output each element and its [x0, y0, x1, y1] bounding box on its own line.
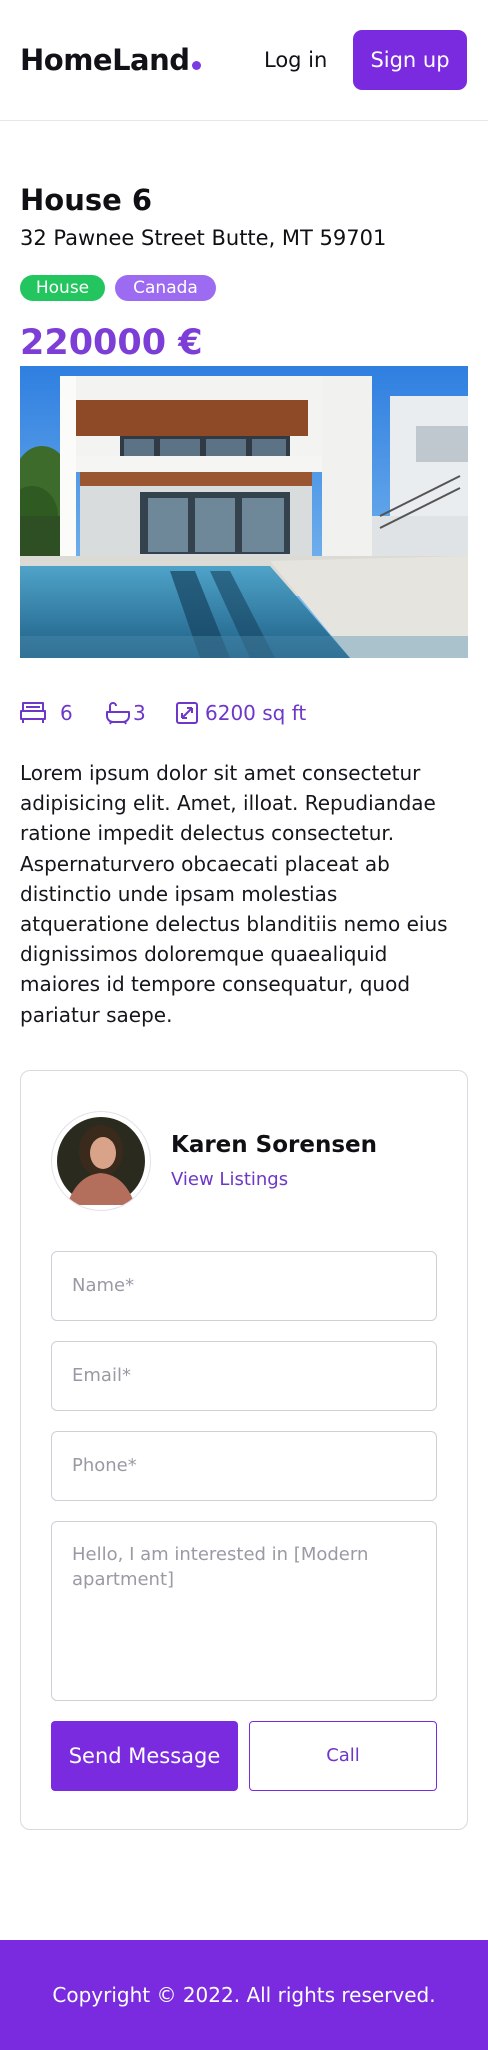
agent-photo: [57, 1117, 145, 1205]
email-field[interactable]: Email*: [51, 1341, 437, 1411]
site-footer: Copyright © 2022. All rights reserved.: [0, 1940, 488, 2050]
feature-beds: 6: [20, 695, 80, 731]
login-link[interactable]: Log in: [264, 40, 327, 80]
logo-text[interactable]: HomeLand: [20, 43, 190, 77]
copyright-text: Copyright © 2022. All rights reserved.: [52, 1983, 436, 2007]
message-field[interactable]: Hello, I am interested in [Modern apartm…: [51, 1521, 437, 1701]
site-header: HomeLand Log in Sign up: [0, 0, 488, 121]
phone-field[interactable]: Phone*: [51, 1431, 437, 1501]
badge-property-type: House: [20, 275, 105, 301]
logo[interactable]: HomeLand: [20, 40, 201, 80]
name-field[interactable]: Name*: [51, 1251, 437, 1321]
contact-agent-card: Karen Sorensen View Listings Name* Email…: [20, 1070, 468, 1830]
call-button[interactable]: Call: [249, 1721, 437, 1791]
listing-photo: [20, 366, 468, 658]
feature-area: 6200 sq ft: [175, 695, 315, 731]
listing-price: 220000 €: [20, 323, 203, 363]
area-value: 6200 sq ft: [205, 701, 307, 725]
view-listings-link[interactable]: View Listings: [171, 1167, 288, 1193]
baths-count: 3: [133, 701, 146, 725]
badge-country: Canada: [115, 275, 216, 301]
logo-dot: [191, 61, 201, 70]
bed-icon: [20, 702, 46, 723]
bath-icon: [106, 702, 130, 725]
feature-baths: 3: [105, 695, 155, 731]
agent-avatar: [51, 1111, 151, 1211]
send-message-button[interactable]: Send Message: [51, 1721, 238, 1791]
beds-count: 6: [60, 701, 73, 725]
area-icon: [176, 702, 198, 724]
listing-title: House 6: [20, 183, 153, 217]
signup-button[interactable]: Sign up: [353, 30, 467, 90]
listing-description: Lorem ipsum dolor sit amet consectetur a…: [20, 761, 448, 1027]
house-illustration: [20, 366, 468, 658]
listing-address: 32 Pawnee Street Butte, MT 59701: [20, 226, 387, 250]
agent-name: Karen Sorensen: [171, 1132, 378, 1158]
